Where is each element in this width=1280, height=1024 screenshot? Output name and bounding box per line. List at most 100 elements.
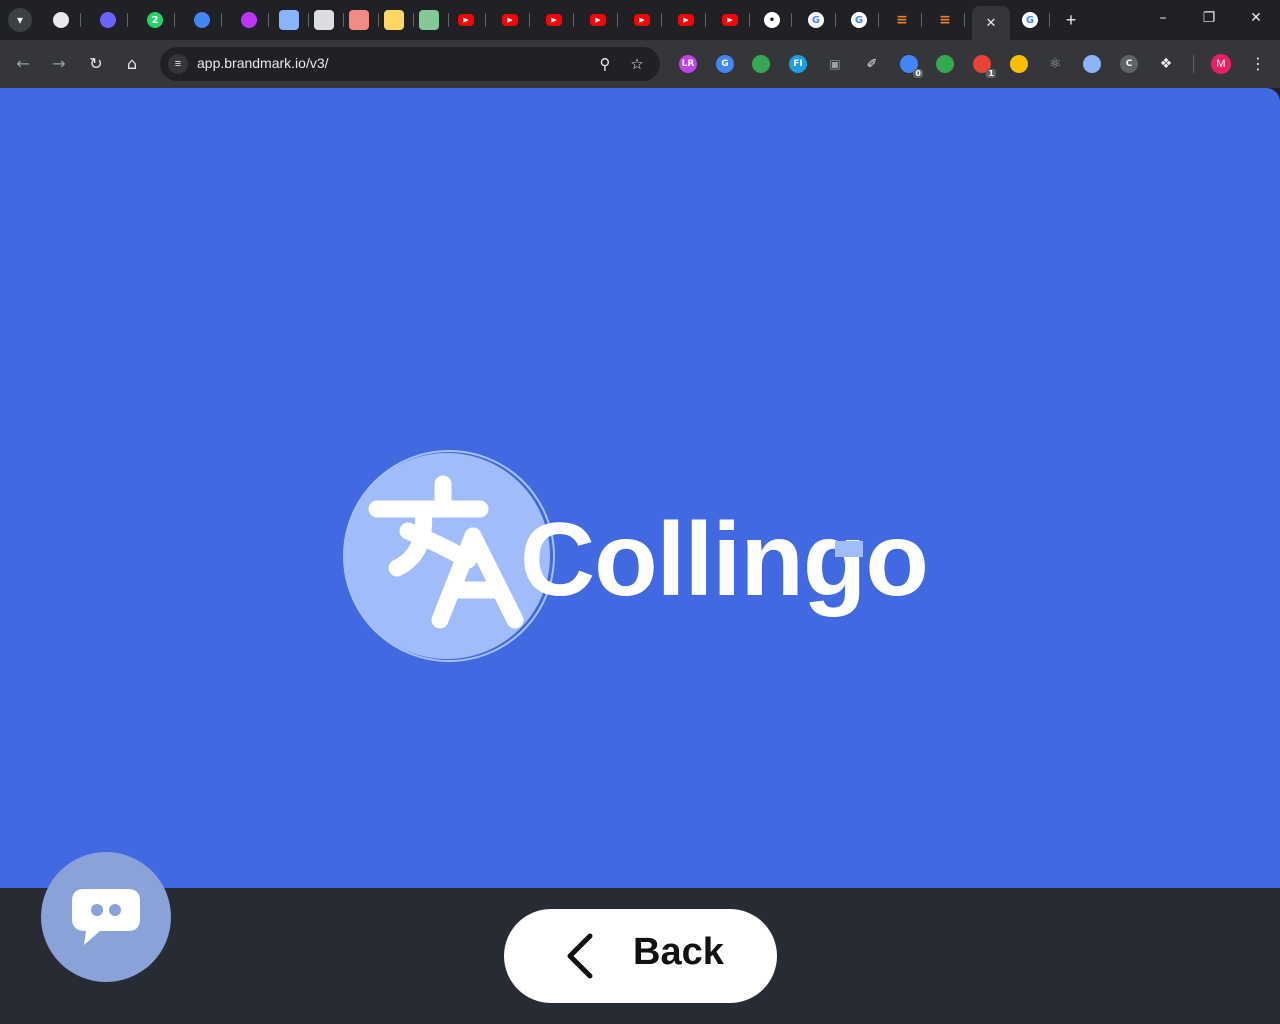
green-square-icon bbox=[419, 10, 439, 30]
tab-separator bbox=[964, 13, 965, 27]
back-button[interactable]: Back bbox=[504, 909, 777, 1003]
tab[interactable]: ▶ bbox=[714, 6, 750, 34]
site-info-button[interactable]: ≡ bbox=[168, 54, 188, 74]
tab[interactable]: G bbox=[800, 6, 836, 34]
youtube-icon: ▶ bbox=[634, 14, 650, 26]
tab-separator bbox=[835, 13, 836, 27]
gray-square-icon bbox=[314, 10, 334, 30]
profile-avatar[interactable]: M bbox=[1211, 54, 1231, 74]
fi-extension-icon[interactable]: FI bbox=[789, 55, 807, 73]
tab[interactable] bbox=[45, 6, 81, 34]
tab[interactable]: 2 bbox=[139, 6, 175, 34]
tab[interactable]: ▶ bbox=[582, 6, 618, 34]
forward-nav-button[interactable]: → bbox=[49, 54, 69, 74]
tab[interactable] bbox=[273, 6, 309, 34]
github-icon: • bbox=[764, 12, 780, 28]
tab[interactable] bbox=[308, 6, 344, 34]
tune-icon: ≡ bbox=[174, 58, 182, 70]
home-button[interactable]: ⌂ bbox=[122, 54, 142, 74]
tab-separator bbox=[221, 13, 222, 27]
google-icon: G bbox=[808, 12, 824, 28]
tab[interactable] bbox=[378, 6, 414, 34]
leaf-extension-icon[interactable] bbox=[936, 55, 954, 73]
tab[interactable] bbox=[343, 6, 379, 34]
vite-icon bbox=[241, 12, 257, 28]
eyedropper-extension-icon[interactable]: ✐ bbox=[863, 55, 881, 73]
close-window-button[interactable]: ✕ bbox=[1246, 10, 1266, 26]
chrome-extension-icon[interactable] bbox=[1010, 55, 1028, 73]
tab-separator bbox=[878, 13, 879, 27]
tab-separator bbox=[174, 13, 175, 27]
puzzle-extensions-icon[interactable]: ❖ bbox=[1157, 55, 1175, 73]
restore-icon: ❐ bbox=[1202, 10, 1216, 26]
lr-extension-icon[interactable]: LR bbox=[679, 55, 697, 73]
close-icon: ✕ bbox=[1250, 10, 1262, 26]
react-extension-icon[interactable]: ⚛ bbox=[1046, 55, 1064, 73]
tab-separator bbox=[127, 13, 128, 27]
tab[interactable] bbox=[233, 6, 269, 34]
red-extension-icon[interactable]: 1 bbox=[973, 55, 996, 78]
tab-strip: ▾ 2 ▶ ▶ ▶ ▶ ▶ ▶ ▶ • G G ≡ ≡ ✕ G + – ❐ ✕ bbox=[0, 0, 1280, 40]
back-nav-button[interactable]: ← bbox=[13, 54, 33, 74]
tab[interactable]: ▶ bbox=[538, 6, 574, 34]
translate-extension-icon[interactable]: G bbox=[716, 55, 734, 73]
tab[interactable]: ▶ bbox=[626, 6, 662, 34]
home-icon: ⌂ bbox=[126, 54, 138, 73]
tab-separator bbox=[80, 13, 81, 27]
tab[interactable]: G bbox=[843, 6, 879, 34]
plus-icon: + bbox=[1065, 10, 1077, 30]
extension-badge: 0 bbox=[913, 69, 923, 78]
browser-menu-button[interactable]: ⋮ bbox=[1250, 54, 1266, 74]
red-square-icon bbox=[349, 10, 369, 30]
minimize-icon: – bbox=[1159, 10, 1167, 26]
tab-search-button[interactable]: ▾ bbox=[8, 8, 32, 32]
color-extension-icon[interactable] bbox=[752, 55, 770, 73]
close-icon[interactable]: ✕ bbox=[983, 15, 999, 31]
zoom-button[interactable]: ⚲ bbox=[595, 54, 615, 74]
tab-separator bbox=[749, 13, 750, 27]
tab-separator bbox=[791, 13, 792, 27]
camera-extension-icon[interactable]: ▣ bbox=[826, 55, 844, 73]
tab-active[interactable]: ✕ bbox=[972, 6, 1010, 40]
c-extension-icon[interactable]: C bbox=[1120, 55, 1138, 73]
toolbar-divider bbox=[1193, 55, 1194, 73]
tab[interactable]: • bbox=[756, 6, 792, 34]
tab[interactable]: ≡ bbox=[886, 6, 922, 34]
tab-separator bbox=[448, 13, 449, 27]
back-button-label: Back bbox=[633, 931, 724, 973]
chat-button[interactable] bbox=[41, 852, 171, 982]
youtube-icon: ▶ bbox=[722, 14, 738, 26]
tab[interactable] bbox=[92, 6, 128, 34]
new-tab-button[interactable]: + bbox=[1060, 9, 1082, 31]
bookmark-button[interactable]: ☆ bbox=[627, 54, 647, 74]
arrow-left-icon: ← bbox=[16, 54, 30, 73]
youtube-icon: ▶ bbox=[502, 14, 518, 26]
tab[interactable]: ▶ bbox=[450, 6, 486, 34]
stackoverflow-icon: ≡ bbox=[939, 12, 951, 28]
youtube-icon: ▶ bbox=[458, 14, 474, 26]
address-bar[interactable]: ≡ app.brandmark.io/v3/ ⚲ ☆ bbox=[160, 47, 660, 81]
tab-separator bbox=[485, 13, 486, 27]
restore-button[interactable]: ❐ bbox=[1199, 10, 1219, 26]
tab-separator bbox=[661, 13, 662, 27]
tab[interactable]: ▶ bbox=[670, 6, 706, 34]
reload-button[interactable]: ↻ bbox=[86, 54, 106, 74]
tab[interactable] bbox=[413, 6, 449, 34]
tab[interactable]: ≡ bbox=[929, 6, 965, 34]
minimize-button[interactable]: – bbox=[1153, 10, 1173, 26]
whatsapp-icon: 2 bbox=[147, 12, 163, 28]
tab-separator bbox=[573, 13, 574, 27]
youtube-icon: ▶ bbox=[678, 14, 694, 26]
zoom-icon: ⚲ bbox=[599, 55, 611, 73]
tab[interactable]: ▶ bbox=[494, 6, 530, 34]
ring-extension-icon[interactable] bbox=[1083, 55, 1101, 73]
tab-separator bbox=[529, 13, 530, 27]
chevron-left-icon bbox=[567, 933, 593, 979]
url-text[interactable]: app.brandmark.io/v3/ bbox=[197, 55, 329, 71]
google-translate-icon bbox=[194, 12, 210, 28]
gauge-extension-icon[interactable]: 0 bbox=[900, 55, 923, 78]
tab[interactable]: G bbox=[1014, 6, 1050, 34]
yellow-square-icon bbox=[384, 10, 404, 30]
tab[interactable] bbox=[186, 6, 222, 34]
brand-name: Collingo bbox=[520, 502, 929, 618]
